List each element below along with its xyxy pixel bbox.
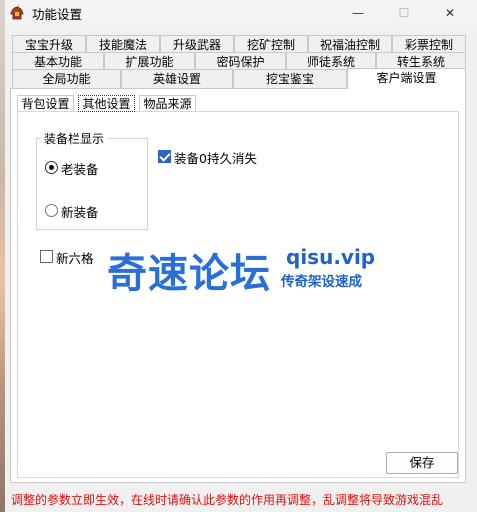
tab-client-settings[interactable]: 客户端设置 [347, 68, 466, 89]
durability-checkbox[interactable] [158, 150, 171, 163]
maximize-button[interactable]: ☐ [381, 0, 427, 26]
tab-global-functions[interactable]: 全局功能 [12, 69, 121, 88]
old-equip-label: 老装备 [61, 162, 99, 177]
window-title: 功能设置 [32, 7, 83, 22]
durability-label: 装备0持久消失 [174, 151, 257, 166]
watermark-subtitle: 传奇架设速成 [281, 274, 362, 290]
subtab-bag-settings[interactable]: 背包设置 [17, 95, 74, 112]
equip-bar-legend: 装备栏显示 [41, 130, 108, 147]
helmet-icon [10, 5, 24, 20]
minimize-button[interactable]: — [335, 0, 381, 26]
close-button[interactable]: ✕ [427, 0, 473, 26]
subtab-other-settings[interactable]: 其他设置 [78, 95, 135, 112]
new-equip-radio[interactable] [45, 204, 58, 217]
new-six-checkbox[interactable] [40, 250, 53, 263]
background-edge [0, 0, 5, 512]
status-warning: 调整的参数立即生效，在线时请确认此参数的作用再调整，乱调整将导致游戏混乱 [11, 493, 444, 507]
new-six-label: 新六格 [56, 251, 94, 266]
tab-row-3: 全局功能 英雄设置 挖宝鉴宝 客户端设置 [12, 68, 466, 89]
watermark-site: qisu.vip [286, 245, 376, 269]
tab-treasure-appraisal[interactable]: 挖宝鉴宝 [233, 69, 347, 88]
new-equip-label: 新装备 [61, 205, 99, 220]
subtab-item-source[interactable]: 物品来源 [139, 95, 196, 112]
title-bar: 功能设置 — ☐ ✕ [5, 0, 477, 26]
old-equip-radio[interactable] [45, 161, 58, 174]
watermark-title: 奇速论坛 [107, 251, 271, 297]
save-button[interactable]: 保存 [386, 452, 458, 474]
tab-hero-settings[interactable]: 英雄设置 [121, 69, 233, 88]
